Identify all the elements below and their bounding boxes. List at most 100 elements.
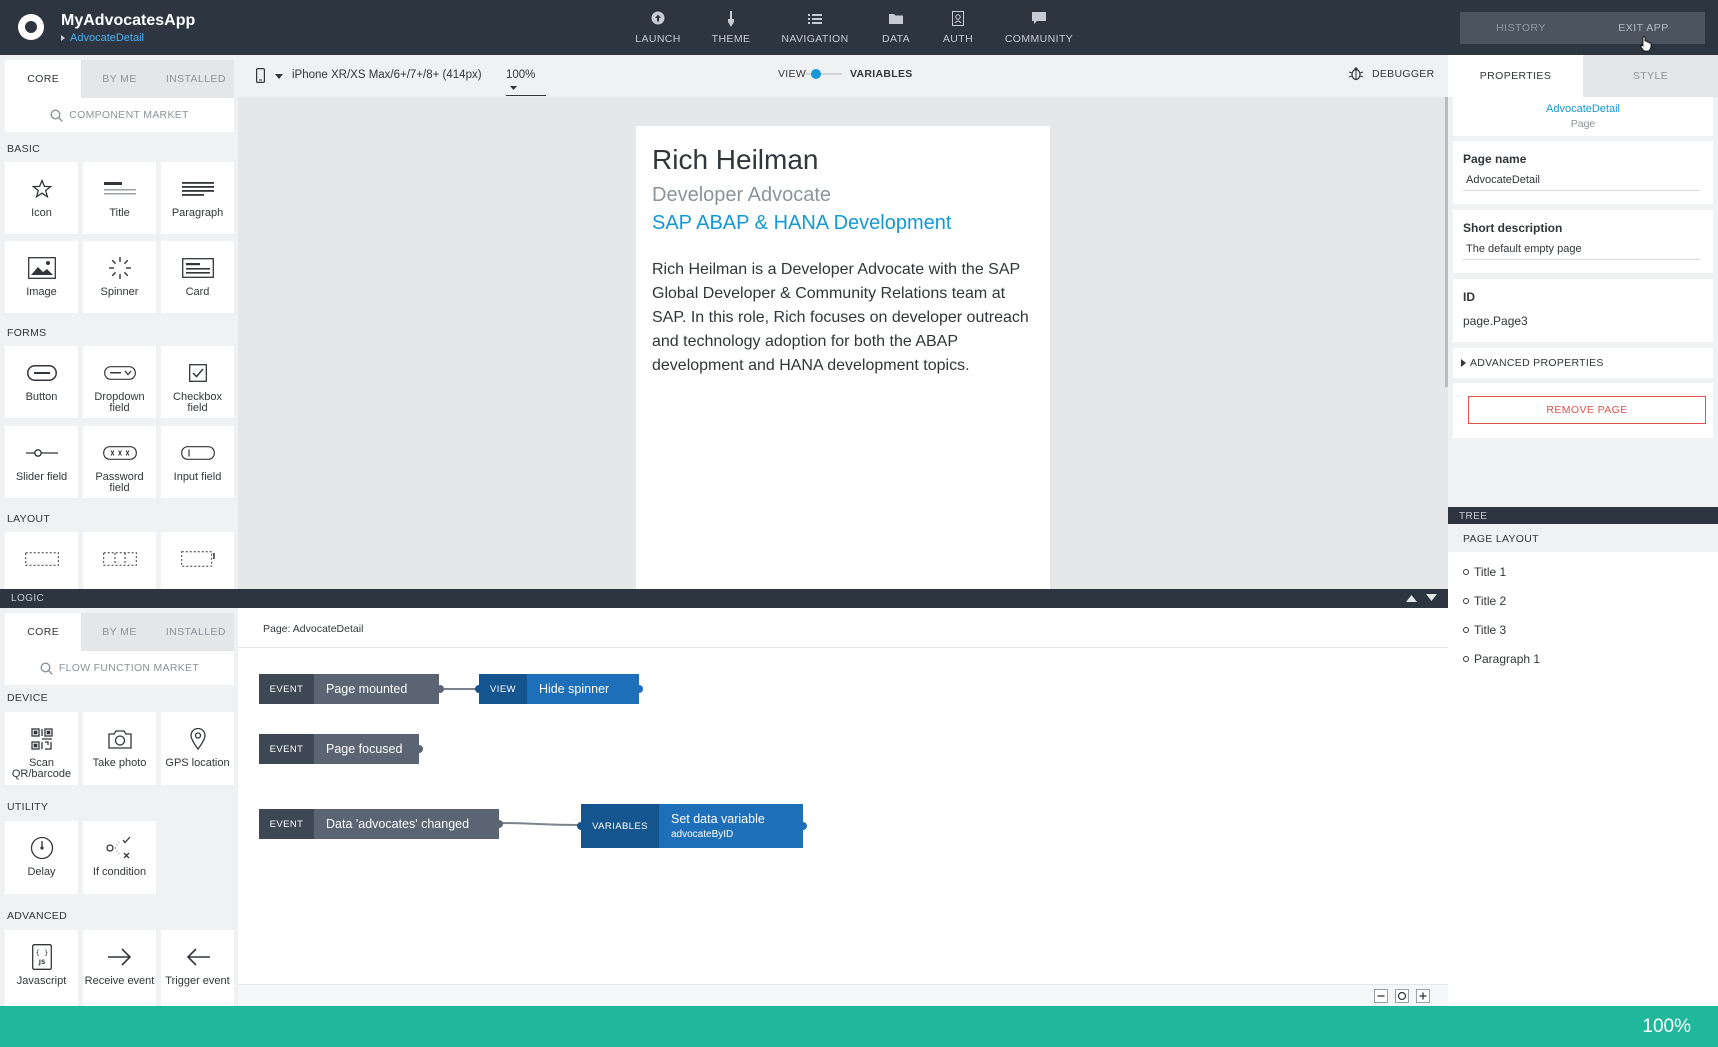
debugger-button[interactable]: DEBUGGER [1348, 66, 1435, 81]
function-receive-event[interactable]: Receive event [83, 930, 156, 1006]
node-dot-icon [1463, 656, 1469, 662]
component-input-field[interactable]: Input field [161, 426, 234, 498]
logic-canvas[interactable]: Page: AdvocateDetail EVENT Page mounted … [238, 608, 1448, 1006]
javascript-file-icon: { } JS [31, 944, 52, 970]
component-checkbox-field[interactable]: Checkbox field [161, 346, 234, 418]
output-port[interactable] [495, 820, 503, 828]
component-label: Image [26, 286, 57, 298]
component-image[interactable]: Image [5, 241, 78, 313]
arrow-right-icon [107, 944, 133, 970]
nav-navigation[interactable]: NAVIGATION [779, 0, 851, 55]
flow-node-hide-spinner[interactable]: VIEW Hide spinner [479, 674, 639, 704]
phone-preview[interactable]: Rich Heilman Developer Advocate SAP ABAP… [636, 126, 1050, 589]
nav-auth[interactable]: AUTH [938, 0, 978, 55]
flow-node-page-mounted[interactable]: EVENT Page mounted [259, 674, 439, 704]
flow-function-panel: CORE BY ME INSTALLED FLOW FUNCTION MARKE… [0, 608, 238, 1006]
output-port[interactable] [415, 745, 423, 753]
view-variables-toggle[interactable] [806, 68, 842, 80]
function-trigger-event[interactable]: Trigger event [161, 930, 234, 1006]
component-card[interactable]: Card [161, 241, 234, 313]
function-javascript[interactable]: { } JS Javascript [5, 930, 78, 1006]
tree-page-layout[interactable]: PAGE LAYOUT [1448, 524, 1718, 552]
function-take-photo[interactable]: Take photo [83, 712, 156, 785]
history-button[interactable]: HISTORY [1460, 12, 1582, 44]
status-bar: 100% [0, 1006, 1718, 1047]
short-description-input[interactable]: The default empty page [1463, 243, 1701, 260]
function-scan-qr[interactable]: Scan QR/barcode [5, 712, 78, 785]
variables-label: VARIABLES [850, 68, 913, 80]
nav-community[interactable]: COMMUNITY [1000, 0, 1078, 55]
short-description-card: Short description The default empty page [1453, 210, 1713, 273]
preview-paragraph[interactable]: Rich Heilman is a Developer Advocate wit… [652, 258, 1037, 378]
tab-style[interactable]: STYLE [1583, 55, 1718, 97]
component-icon[interactable]: Icon [5, 162, 78, 234]
chevron-up-icon[interactable] [1406, 594, 1417, 602]
preview-title-topic[interactable]: SAP ABAP & HANA Development [652, 212, 951, 235]
tab-by-me[interactable]: BY ME [81, 60, 158, 98]
preview-title-name[interactable]: Rich Heilman [652, 144, 819, 176]
component-password-field[interactable]: Password field [83, 426, 156, 498]
nav-launch[interactable]: LAUNCH [635, 0, 681, 55]
flow-function-market-search[interactable]: FLOW FUNCTION MARKET [5, 651, 234, 685]
output-port[interactable] [635, 685, 643, 693]
flow-node-page-focused[interactable]: EVENT Page focused [259, 734, 419, 764]
zoom-out-icon[interactable] [1374, 989, 1388, 1003]
component-spinner[interactable]: Spinner [83, 241, 156, 313]
breadcrumb[interactable]: AdvocateDetail [61, 32, 144, 44]
input-port[interactable] [475, 685, 483, 693]
zoom-reset-icon[interactable] [1395, 989, 1409, 1003]
svg-text:JS: JS [37, 959, 45, 966]
tree-item-title-3[interactable]: Title 3 [1463, 623, 1506, 637]
tab-installed[interactable]: INSTALLED [157, 60, 234, 98]
search-icon [40, 661, 53, 675]
selected-page-name[interactable]: AdvocateDetail [1453, 103, 1713, 115]
node-kind: VARIABLES [581, 804, 659, 848]
output-port[interactable] [436, 685, 444, 693]
nav-data[interactable]: DATA [876, 0, 916, 55]
chevron-down-icon[interactable] [1426, 594, 1437, 602]
component-scroll-view[interactable] [161, 532, 234, 589]
logic-tabs: CORE BY ME INSTALLED [5, 613, 234, 651]
output-port[interactable] [799, 822, 807, 830]
tab-installed[interactable]: INSTALLED [157, 613, 234, 651]
app-logo-icon[interactable] [18, 14, 44, 40]
component-button[interactable]: Button [5, 346, 78, 418]
tab-core[interactable]: CORE [5, 613, 82, 651]
zoom-select[interactable]: 100% [506, 69, 546, 96]
component-title[interactable]: Title [83, 162, 156, 234]
advanced-properties-toggle[interactable]: ADVANCED PROPERTIES [1453, 348, 1713, 378]
tree-item-title-2[interactable]: Title 2 [1463, 594, 1506, 608]
input-port[interactable] [577, 822, 585, 830]
preview-title-role[interactable]: Developer Advocate [652, 184, 831, 207]
function-label: Javascript [16, 975, 67, 987]
function-delay[interactable]: Delay [5, 821, 78, 894]
node-label: Page focused [314, 734, 419, 764]
component-label: Dropdown field [94, 391, 145, 414]
nav-theme[interactable]: THEME [710, 0, 752, 55]
component-container[interactable] [5, 532, 78, 589]
flow-node-set-data-variable[interactable]: VARIABLES Set data variable advocateByID [581, 804, 803, 848]
tab-by-me[interactable]: BY ME [81, 613, 158, 651]
tab-core[interactable]: CORE [5, 60, 82, 98]
component-market-search[interactable]: COMPONENT MARKET [5, 98, 234, 132]
device-select[interactable]: iPhone XR/XS Max/6+/7+/8+ (414px) [292, 69, 482, 81]
flow-node-data-changed[interactable]: EVENT Data 'advocates' changed [259, 809, 499, 839]
breadcrumb-page[interactable]: AdvocateDetail [70, 32, 144, 44]
zoom-in-icon[interactable] [1416, 989, 1430, 1003]
node-sublabel: advocateByID [671, 829, 734, 840]
function-gps-location[interactable]: GPS location [161, 712, 234, 785]
page-name-input[interactable]: AdvocateDetail [1463, 174, 1701, 191]
component-dropdown-field[interactable]: Dropdown field [83, 346, 156, 418]
function-label: Delay [27, 866, 56, 878]
component-paragraph[interactable]: Paragraph [161, 162, 234, 234]
remove-page-button[interactable]: REMOVE PAGE [1468, 396, 1706, 424]
tab-properties[interactable]: PROPERTIES [1448, 55, 1583, 97]
component-row[interactable] [83, 532, 156, 589]
camera-icon [107, 726, 132, 752]
chevron-down-icon[interactable] [275, 74, 283, 79]
function-if-condition[interactable]: If condition [83, 821, 156, 894]
component-slider-field[interactable]: Slider field [5, 426, 78, 498]
nav-label: LAUNCH [635, 32, 681, 45]
tree-item-paragraph-1[interactable]: Paragraph 1 [1463, 652, 1540, 666]
tree-item-title-1[interactable]: Title 1 [1463, 565, 1506, 579]
